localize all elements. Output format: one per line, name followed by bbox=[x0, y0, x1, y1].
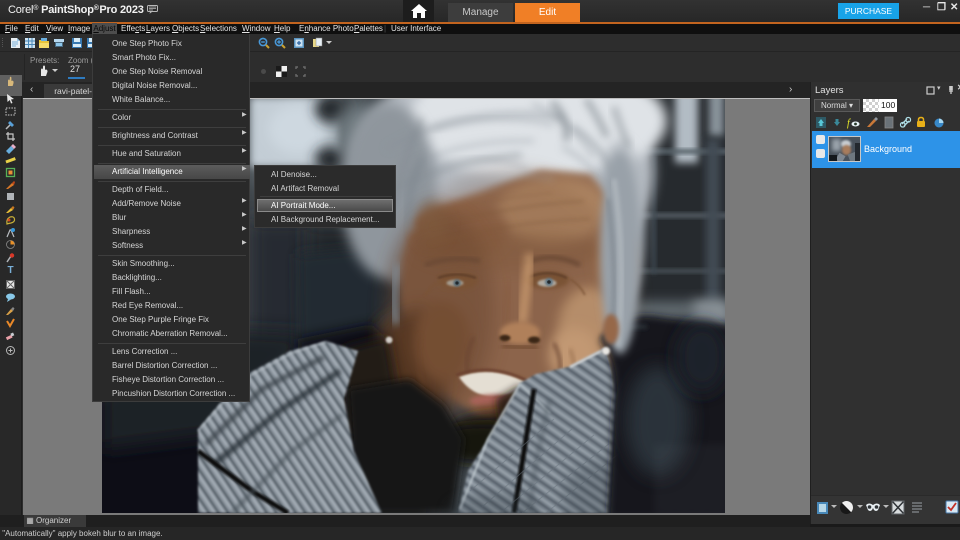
svg-text:f: f bbox=[847, 118, 851, 129]
